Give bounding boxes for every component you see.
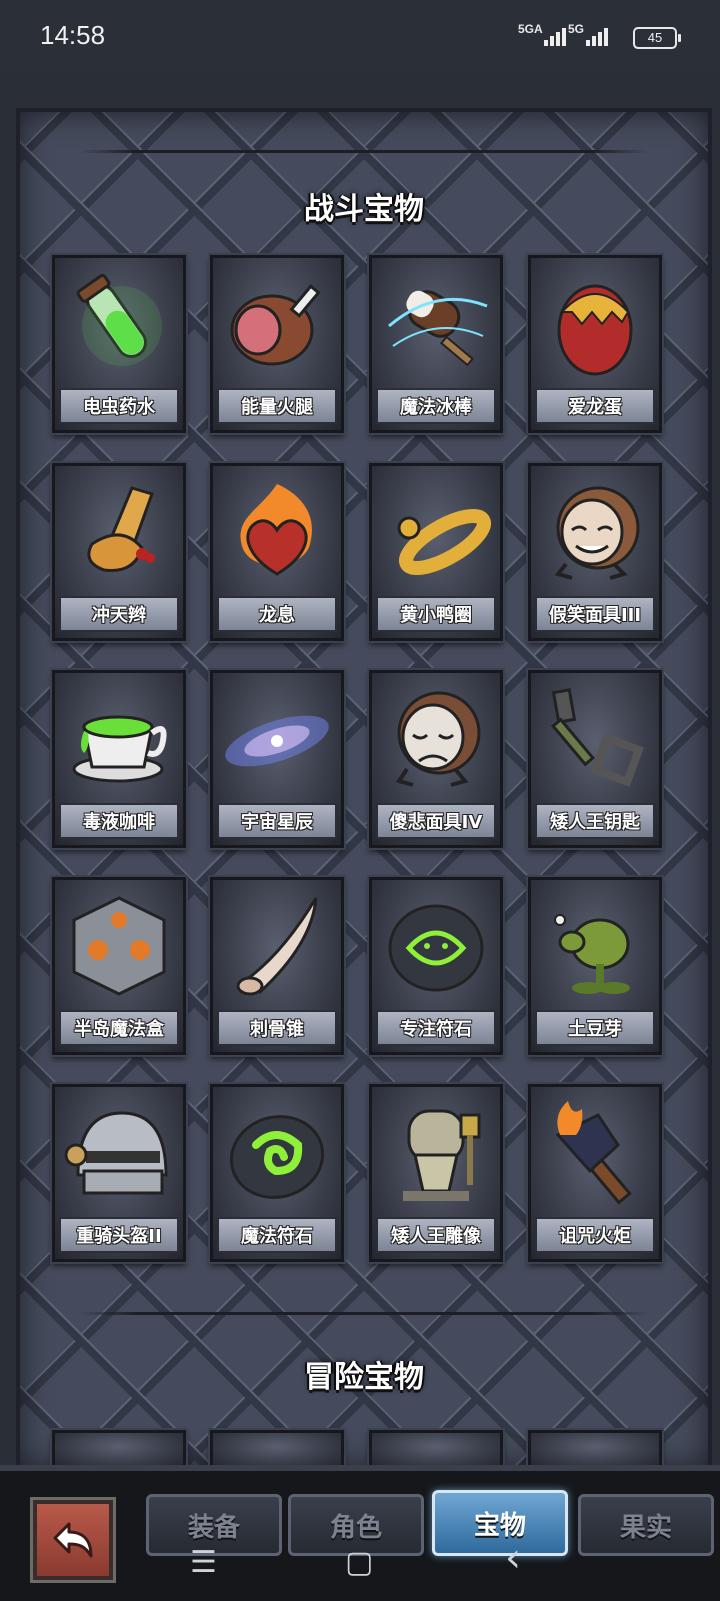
battery-icon: 45 [633, 27, 681, 49]
dwarf-statue-icon [403, 1109, 481, 1201]
green-potion-icon [76, 273, 162, 366]
system-home-button[interactable]: ▢ [345, 1545, 373, 1580]
item-name: 假笑面具III [535, 596, 655, 632]
item-card-partial[interactable] [52, 1430, 186, 1467]
item-card[interactable]: 宇宙星辰 [210, 670, 344, 848]
divider [80, 150, 648, 153]
item-card-partial[interactable] [528, 1430, 662, 1467]
item-name: 爱龙蛋 [535, 388, 655, 424]
item-card[interactable]: 毒液咖啡 [52, 670, 186, 848]
network-label-1: 5GA [518, 22, 543, 36]
item-card[interactable]: 电虫药水 [52, 255, 186, 433]
focus-rune-icon [388, 904, 484, 992]
system-back-button[interactable]: ‹ [505, 1535, 521, 1581]
key-icon [550, 688, 644, 787]
tab-fruits[interactable]: 果实 [578, 1494, 714, 1556]
item-name: 重骑头盔II [59, 1217, 179, 1253]
status-bar: 14:58 5GA 5G 45 [0, 0, 720, 72]
item-card[interactable]: 矮人王雕像 [369, 1084, 503, 1262]
item-card[interactable]: 土豆芽 [528, 877, 662, 1055]
item-name: 能量火腿 [217, 388, 337, 424]
magic-cube-icon [72, 896, 166, 996]
knight-helmet-icon [64, 1111, 168, 1195]
item-card[interactable]: 爱龙蛋 [528, 255, 662, 433]
pigtail-icon [87, 486, 155, 573]
item-name: 土豆芽 [535, 1010, 655, 1046]
item-card[interactable]: 诅咒火炬 [528, 1084, 662, 1262]
clock: 14:58 [40, 20, 106, 50]
section-title-adventure: 冒险宝物 [304, 1360, 424, 1395]
item-card[interactable]: 黄小鸭圈 [369, 463, 503, 641]
item-card[interactable]: 冲天辫 [52, 463, 186, 641]
item-name: 矮人王雕像 [376, 1217, 496, 1253]
item-card[interactable]: 刺骨锥 [210, 877, 344, 1055]
item-name: 矮人王钥匙 [535, 803, 655, 839]
item-card-partial[interactable] [210, 1430, 344, 1467]
item-name: 毒液咖啡 [59, 803, 179, 839]
item-name: 诅咒火炬 [535, 1217, 655, 1253]
item-card[interactable]: 专注符石 [369, 877, 503, 1055]
item-name: 刺骨锥 [217, 1010, 337, 1046]
item-card[interactable]: 重骑头盔II [52, 1084, 186, 1262]
item-card[interactable]: 能量火腿 [210, 255, 344, 433]
duck-ring-icon [397, 509, 491, 575]
treasure-panel[interactable]: 战斗宝物 电虫药水 能量火腿 魔法冰棒 爱龙蛋冲天辫 龙息 黄小鸭圈 假笑面具III 毒液咖啡… [16, 108, 712, 1471]
item-card-partial[interactable] [369, 1430, 503, 1467]
cursed-torch-icon [555, 1101, 632, 1205]
item-name: 黄小鸭圈 [376, 596, 496, 632]
item-name: 宇宙星辰 [217, 803, 337, 839]
item-name: 魔法冰棒 [376, 388, 496, 424]
sprout-creature-icon [554, 914, 630, 994]
item-name: 冲天辫 [59, 596, 179, 632]
item-card[interactable]: 矮人王钥匙 [528, 670, 662, 848]
ham-icon [230, 284, 321, 366]
galaxy-icon [225, 715, 329, 767]
item-card[interactable]: 魔法冰棒 [369, 255, 503, 433]
sad-mask-icon [395, 691, 481, 787]
smile-mask-icon [554, 486, 640, 580]
item-card[interactable]: 龙息 [210, 463, 344, 641]
item-card[interactable]: 假笑面具III [528, 463, 662, 641]
tab-treasures[interactable]: 宝物 [432, 1490, 568, 1556]
back-button[interactable] [33, 1500, 113, 1580]
item-name: 龙息 [217, 596, 337, 632]
dragon-egg-icon [557, 284, 633, 376]
item-name: 半岛魔法盒 [59, 1010, 179, 1046]
section-title-battle: 战斗宝物 [304, 192, 424, 227]
ice-pop-icon [388, 290, 488, 367]
item-card[interactable]: 傻悲面具IV [369, 670, 503, 848]
item-name: 傻悲面具IV [376, 803, 496, 839]
item-name: 电虫药水 [59, 388, 179, 424]
system-menu-button[interactable]: ☰ [190, 1545, 217, 1580]
item-name: 魔法符石 [217, 1217, 337, 1253]
item-name: 专注符石 [376, 1010, 496, 1046]
poison-coffee-icon [72, 715, 167, 783]
flaming-heart-icon [240, 484, 312, 576]
signal-icon [544, 26, 568, 46]
divider [80, 1312, 648, 1315]
return-arrow-icon [53, 1522, 93, 1558]
item-card[interactable]: 魔法符石 [210, 1084, 344, 1262]
network-label-2: 5G [568, 22, 585, 36]
magic-rune-icon [229, 1115, 325, 1199]
bone-spike-icon [236, 897, 318, 996]
item-card[interactable]: 半岛魔法盒 [52, 877, 186, 1055]
signal-icon-2 [586, 26, 610, 46]
